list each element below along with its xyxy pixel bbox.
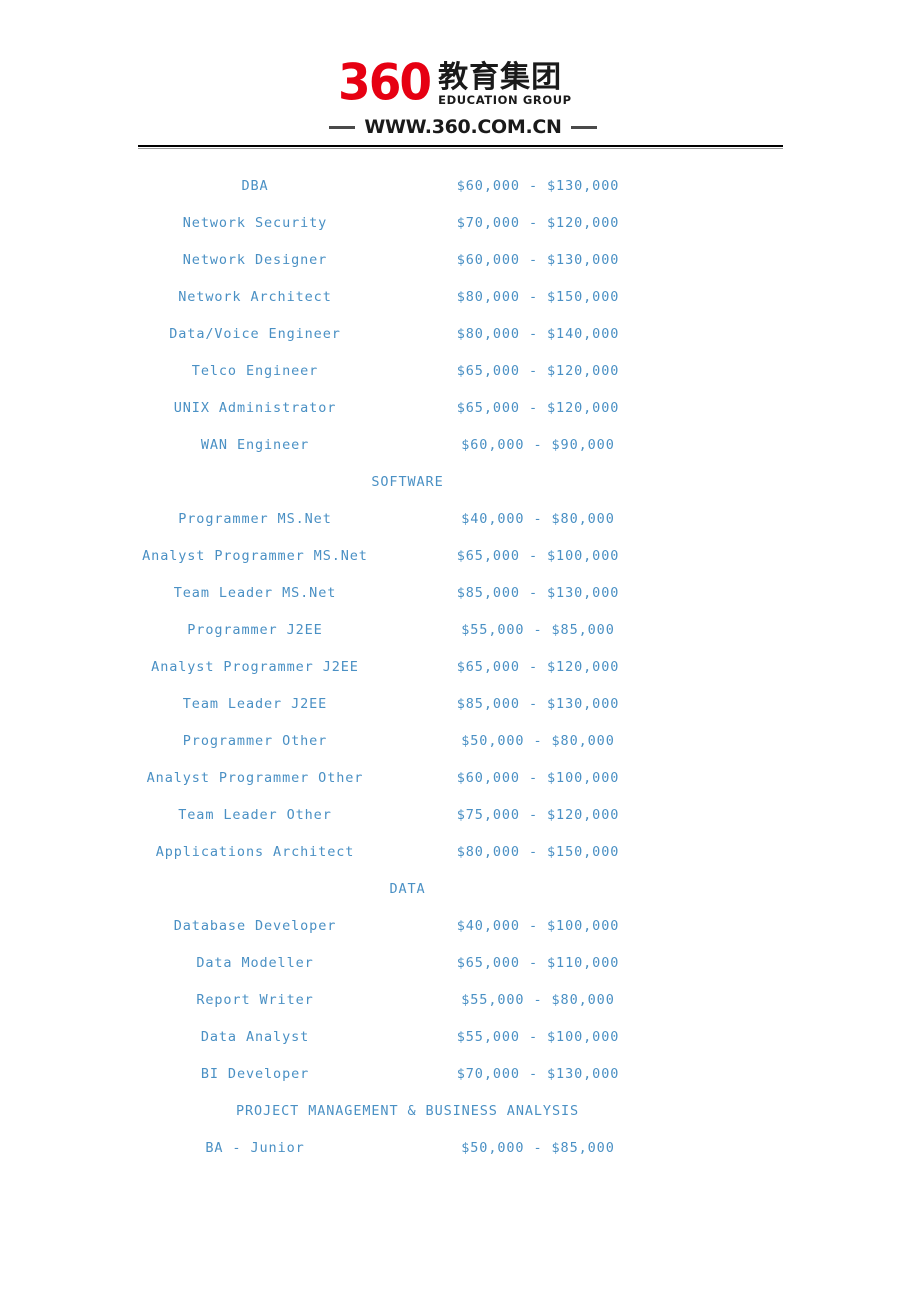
section-label: DATA <box>389 881 426 897</box>
table-row: UNIX Administrator $65,000 - $120,000 <box>0 390 920 427</box>
role-title: Programmer MS.Net <box>178 511 332 527</box>
role-title: Applications Architect <box>155 844 355 860</box>
salary-range: $50,000 - $85,000 <box>461 1140 615 1156</box>
table-row: Team Leader MS.Net $85,000 - $130,000 <box>0 575 920 612</box>
table-row: Database Developer $40,000 - $100,000 <box>0 908 920 945</box>
table-row: Applications Architect $80,000 - $150,000 <box>0 834 920 871</box>
role-title: Analyst Programmer J2EE <box>151 659 359 675</box>
table-section-header: PROJECT MANAGEMENT & BUSINESS ANALYSIS <box>0 1093 920 1130</box>
table-row: Telco Engineer $65,000 - $120,000 <box>0 353 920 390</box>
table-row: Data/Voice Engineer $80,000 - $140,000 <box>0 316 920 353</box>
logo-dash-left-icon <box>329 125 356 129</box>
role-title: Data Modeller <box>196 955 314 971</box>
section-label: SOFTWARE <box>371 474 444 490</box>
role-title: Report Writer <box>196 992 314 1008</box>
role-title: WAN Engineer <box>200 437 310 453</box>
salary-range: $50,000 - $80,000 <box>461 733 615 749</box>
table-row: Network Security $70,000 - $120,000 <box>0 205 920 242</box>
salary-range: $60,000 - $90,000 <box>461 437 615 453</box>
role-title: Team Leader Other <box>178 807 332 823</box>
salary-range: $80,000 - $150,000 <box>456 289 620 305</box>
logo-primary-row: 360 教育集团 EDUCATION GROUP <box>338 56 588 108</box>
salary-range: $60,000 - $130,000 <box>456 178 620 194</box>
role-title: DBA <box>241 178 269 194</box>
table-row: Team Leader J2EE $85,000 - $130,000 <box>0 686 920 723</box>
salary-range: $85,000 - $130,000 <box>456 585 620 601</box>
table-row: Programmer MS.Net $40,000 - $80,000 <box>0 501 920 538</box>
table-row: Network Architect $80,000 - $150,000 <box>0 279 920 316</box>
salary-range: $60,000 - $130,000 <box>456 252 620 268</box>
salary-range: $70,000 - $120,000 <box>456 215 620 231</box>
table-row: Analyst Programmer Other $60,000 - $100,0… <box>0 760 920 797</box>
salary-range: $60,000 - $100,000 <box>456 770 620 786</box>
table-row: BI Developer $70,000 - $130,000 <box>0 1056 920 1093</box>
role-title: Data/Voice Engineer <box>169 326 341 342</box>
role-title: Network Security <box>182 215 328 231</box>
salary-range: $55,000 - $100,000 <box>456 1029 620 1045</box>
header-divider <box>138 145 783 150</box>
salary-range: $40,000 - $100,000 <box>456 918 620 934</box>
logo-name-block: 教育集团 EDUCATION GROUP <box>438 62 572 108</box>
logo-website-url: WWW.360.COM.CN <box>364 116 562 138</box>
role-title: Database Developer <box>173 918 337 934</box>
page-header: 360 教育集团 EDUCATION GROUP WWW.360.COM.CN <box>0 0 920 150</box>
table-row: Report Writer $55,000 - $80,000 <box>0 982 920 1019</box>
salary-range: $65,000 - $120,000 <box>456 363 620 379</box>
section-label: PROJECT MANAGEMENT & BUSINESS ANALYSIS <box>235 1103 580 1119</box>
salary-range: $40,000 - $80,000 <box>461 511 615 527</box>
role-title: UNIX Administrator <box>173 400 337 416</box>
table-row: Team Leader Other $75,000 - $120,000 <box>0 797 920 834</box>
salary-range: $85,000 - $130,000 <box>456 696 620 712</box>
table-row: Data Analyst $55,000 - $100,000 <box>0 1019 920 1056</box>
brand-logo: 360 教育集团 EDUCATION GROUP WWW.360.COM.CN <box>329 56 597 138</box>
role-title: BA - Junior <box>205 1140 305 1156</box>
salary-range: $55,000 - $85,000 <box>461 622 615 638</box>
table-row: Network Designer $60,000 - $130,000 <box>0 242 920 279</box>
salary-range: $65,000 - $120,000 <box>456 659 620 675</box>
role-title: Team Leader MS.Net <box>173 585 337 601</box>
table-row: DBA $60,000 - $130,000 <box>0 168 920 205</box>
table-row: Analyst Programmer J2EE $65,000 - $120,00… <box>0 649 920 686</box>
salary-range: $65,000 - $100,000 <box>456 548 620 564</box>
role-title: Analyst Programmer Other <box>146 770 364 786</box>
logo-chinese-name: 教育集团 <box>438 60 563 95</box>
role-title: Programmer Other <box>182 733 328 749</box>
table-row: Analyst Programmer MS.Net $65,000 - $100,… <box>0 538 920 575</box>
salary-range: $80,000 - $140,000 <box>456 326 620 342</box>
logo-dash-right-icon <box>570 125 597 129</box>
salary-range: $65,000 - $120,000 <box>456 400 620 416</box>
role-title: BI Developer <box>200 1066 310 1082</box>
salary-table: DBA $60,000 - $130,000 Network Security $70… <box>0 168 920 1167</box>
role-title: Telco Engineer <box>191 363 319 379</box>
role-title: Network Designer <box>182 252 328 268</box>
table-row: WAN Engineer $60,000 - $90,000 <box>0 427 920 464</box>
table-row: Programmer J2EE $55,000 - $85,000 <box>0 612 920 649</box>
salary-range: $65,000 - $110,000 <box>456 955 620 971</box>
logo-360-mark: 360 <box>338 53 432 113</box>
table-row: Programmer Other $50,000 - $80,000 <box>0 723 920 760</box>
logo-url-row: WWW.360.COM.CN <box>329 116 597 138</box>
salary-range: $70,000 - $130,000 <box>456 1066 620 1082</box>
salary-range: $75,000 - $120,000 <box>456 807 620 823</box>
role-title: Programmer J2EE <box>187 622 323 638</box>
table-row: BA - Junior $50,000 - $85,000 <box>0 1130 920 1167</box>
role-title: Data Analyst <box>200 1029 310 1045</box>
salary-range: $55,000 - $80,000 <box>461 992 615 1008</box>
salary-range: $80,000 - $150,000 <box>456 844 620 860</box>
role-title: Analyst Programmer MS.Net <box>142 548 368 564</box>
role-title: Network Architect <box>178 289 332 305</box>
table-section-header: SOFTWARE <box>0 464 920 501</box>
logo-english-name: EDUCATION GROUP <box>438 93 572 107</box>
role-title: Team Leader J2EE <box>182 696 328 712</box>
header-divider-secondary-line <box>138 148 783 149</box>
table-section-header: DATA <box>0 871 920 908</box>
table-row: Data Modeller $65,000 - $110,000 <box>0 945 920 982</box>
